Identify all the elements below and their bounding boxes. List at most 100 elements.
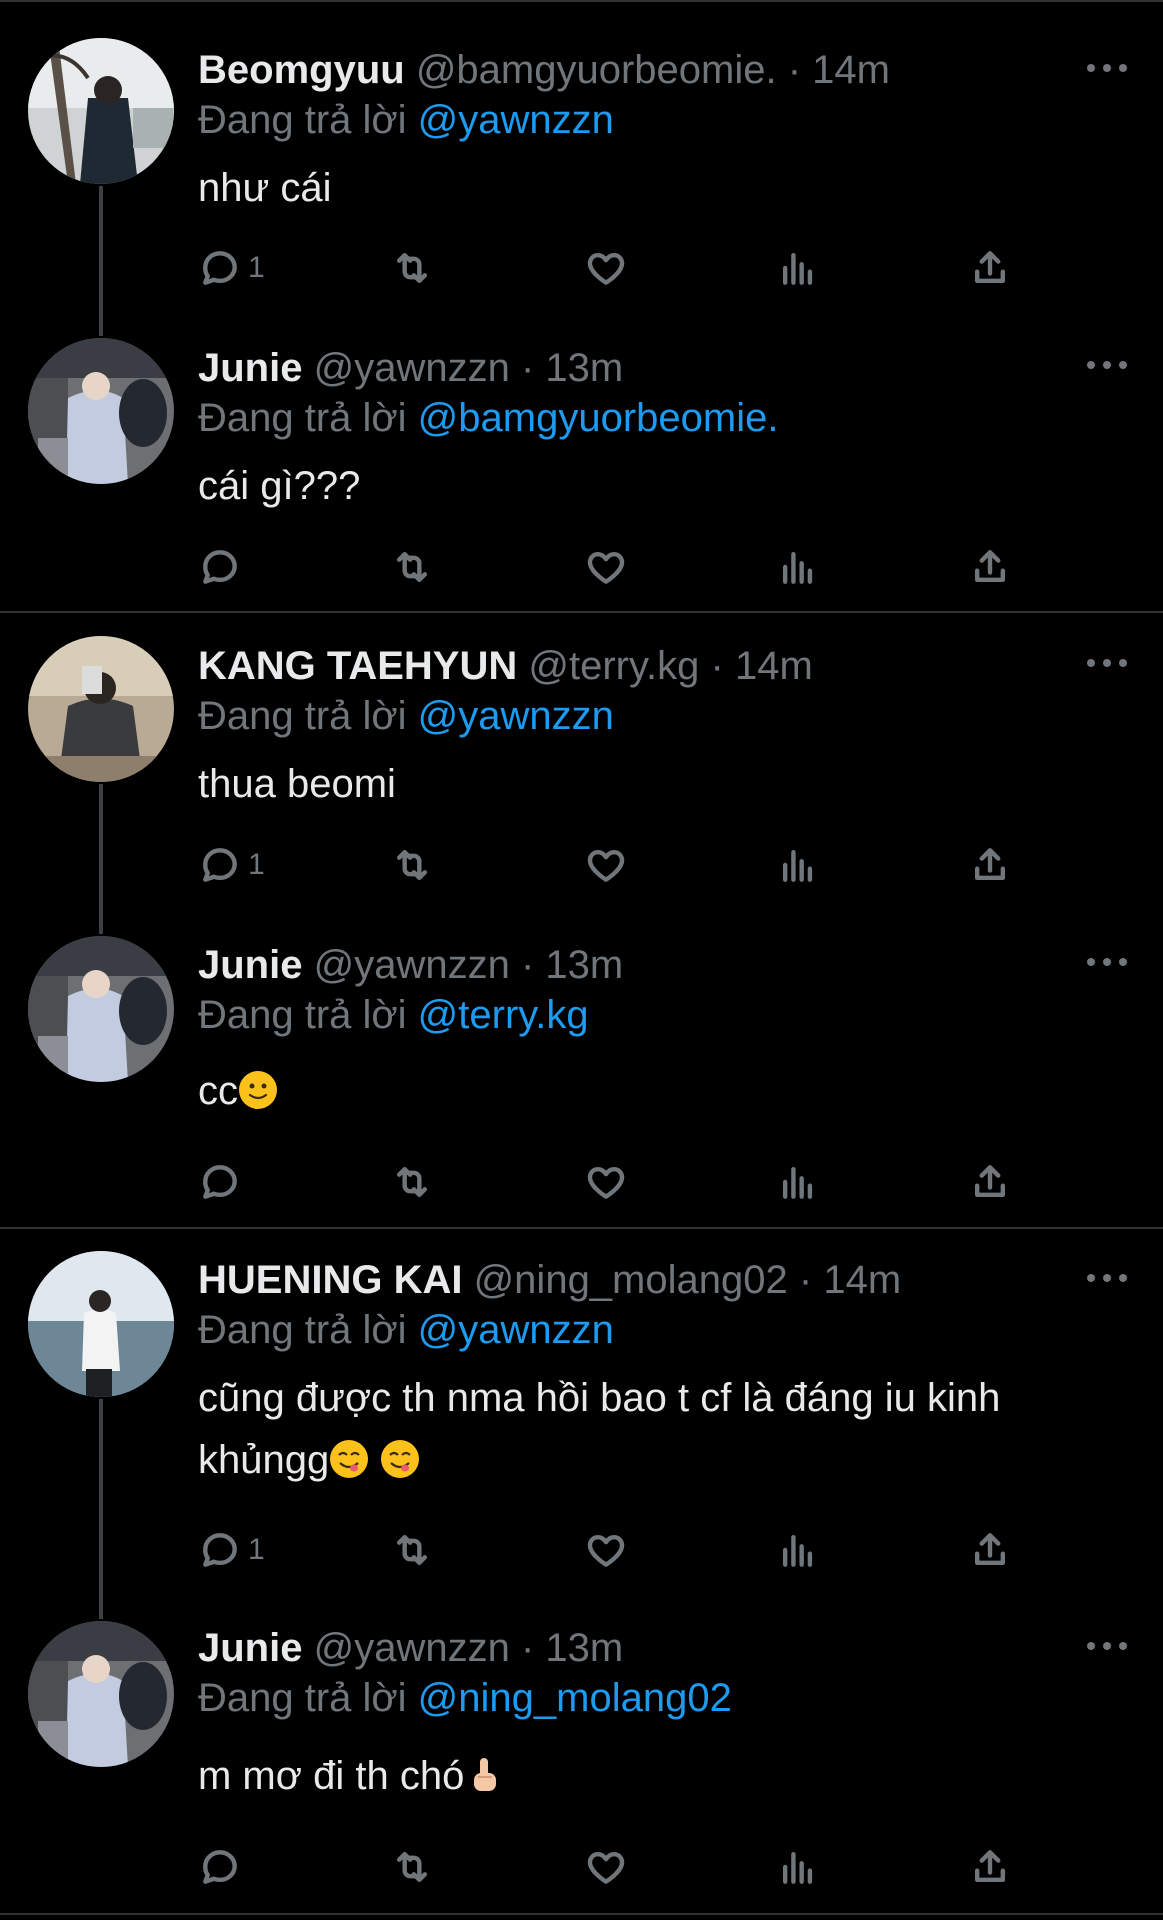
reply-icon: [203, 550, 237, 584]
dot-separator: ·: [787, 48, 802, 92]
tweet-text: thua beomi: [198, 762, 396, 806]
retweet-button[interactable]: [390, 1843, 434, 1891]
tweet-text: cái gì???: [198, 464, 361, 508]
handle[interactable]: @yawnzzn: [314, 346, 510, 390]
reply-mention[interactable]: @yawnzzn: [418, 98, 614, 142]
share-button[interactable]: [968, 1158, 1012, 1206]
share-button[interactable]: [968, 543, 1012, 591]
views-icon: [782, 252, 813, 285]
reply-mention[interactable]: @ning_molang02: [418, 1676, 732, 1720]
avatar[interactable]: [28, 936, 174, 1082]
more-options-icon[interactable]: [1087, 1636, 1127, 1656]
thread-line: [99, 784, 103, 934]
timestamp[interactable]: 14m: [735, 644, 813, 688]
reply-context: Đang trả lời @yawnzzn: [198, 95, 614, 145]
like-button[interactable]: [584, 1843, 628, 1891]
share-button[interactable]: [968, 1843, 1012, 1891]
reply-button[interactable]: [198, 543, 242, 591]
avatar-image: [28, 338, 174, 484]
share-button[interactable]: [968, 841, 1012, 889]
tweet-header: HUENING KAI @ning_molang02 · 14m: [198, 1255, 1083, 1305]
avatar[interactable]: [28, 1621, 174, 1767]
like-button[interactable]: [584, 1158, 628, 1206]
display-name[interactable]: Junie: [198, 346, 302, 390]
share-icon: [974, 1533, 1006, 1566]
thread-line: [99, 1399, 103, 1619]
timestamp[interactable]: 13m: [545, 943, 623, 987]
views-button[interactable]: [776, 1526, 820, 1574]
retweet-button[interactable]: [390, 543, 434, 591]
views-button[interactable]: [776, 244, 820, 292]
more-options-icon[interactable]: [1087, 653, 1127, 673]
tweet-header: KANG TAEHYUN @terry.kg · 14m: [198, 641, 1083, 691]
handle[interactable]: @yawnzzn: [314, 943, 510, 987]
reply-mention[interactable]: @terry.kg: [418, 993, 589, 1037]
action-bar: [198, 1158, 1028, 1206]
reply-button[interactable]: [198, 1158, 242, 1206]
heart-icon: [587, 1851, 625, 1884]
share-icon: [974, 550, 1006, 583]
views-icon: [782, 1166, 813, 1199]
reply-mention[interactable]: @yawnzzn: [418, 1308, 614, 1352]
timestamp[interactable]: 13m: [545, 346, 623, 390]
retweet-button[interactable]: [390, 1158, 434, 1206]
tweet-text: như cái: [198, 166, 332, 210]
like-button[interactable]: [584, 841, 628, 889]
avatar[interactable]: [28, 1251, 174, 1397]
tweet-text: cc: [198, 1069, 238, 1113]
views-icon: [782, 551, 813, 584]
heart-icon: [587, 1166, 625, 1199]
reply-button[interactable]: 1: [198, 841, 265, 889]
handle[interactable]: @bamgyuorbeomie.: [416, 48, 777, 92]
views-button[interactable]: [776, 1843, 820, 1891]
display-name[interactable]: Junie: [198, 1626, 302, 1670]
reply-button[interactable]: 1: [198, 244, 265, 292]
timestamp[interactable]: 14m: [812, 48, 890, 92]
tweet-text-line: cũng được th nma hồi bao t cf là đáng iu…: [198, 1376, 1001, 1420]
views-icon: [782, 1851, 813, 1884]
dot-separator: ·: [798, 1258, 813, 1302]
action-bar: 1: [198, 1526, 1028, 1574]
views-button[interactable]: [776, 841, 820, 889]
handle[interactable]: @yawnzzn: [314, 1626, 510, 1670]
top-divider: [0, 0, 1163, 2]
display-name[interactable]: HUENING KAI: [198, 1258, 462, 1302]
handle[interactable]: @terry.kg: [528, 644, 699, 688]
views-button[interactable]: [776, 1158, 820, 1206]
reply-button[interactable]: 1: [198, 1526, 265, 1574]
retweet-button[interactable]: [390, 1526, 434, 1574]
more-options-icon[interactable]: [1087, 952, 1127, 972]
like-button[interactable]: [584, 543, 628, 591]
more-options-icon[interactable]: [1087, 1268, 1127, 1288]
timestamp[interactable]: 14m: [823, 1258, 901, 1302]
tweet-header: Junie @yawnzzn · 13m: [198, 343, 1083, 393]
reply-button[interactable]: [198, 1843, 242, 1891]
like-button[interactable]: [584, 244, 628, 292]
heart-icon: [587, 849, 625, 882]
action-bar: [198, 543, 1028, 591]
display-name[interactable]: Beomgyuu: [198, 48, 405, 92]
reply-prefix: Đang trả lời: [198, 694, 407, 738]
handle[interactable]: @ning_molang02: [474, 1258, 788, 1302]
reply-mention[interactable]: @bamgyuorbeomie.: [418, 396, 779, 440]
timestamp[interactable]: 13m: [545, 1626, 623, 1670]
share-button[interactable]: [968, 244, 1012, 292]
share-icon: [974, 251, 1006, 284]
avatar[interactable]: [28, 636, 174, 782]
action-bar: 1: [198, 244, 1028, 292]
views-button[interactable]: [776, 543, 820, 591]
share-button[interactable]: [968, 1526, 1012, 1574]
reply-mention[interactable]: @yawnzzn: [418, 694, 614, 738]
avatar-image: [28, 38, 174, 184]
display-name[interactable]: KANG TAEHYUN: [198, 644, 517, 688]
avatar[interactable]: [28, 338, 174, 484]
retweet-button[interactable]: [390, 244, 434, 292]
like-button[interactable]: [584, 1526, 628, 1574]
tweet-header: Beomgyuu @bamgyuorbeomie. · 14m: [198, 45, 1083, 95]
more-options-icon[interactable]: [1087, 58, 1127, 78]
retweet-button[interactable]: [390, 841, 434, 889]
display-name[interactable]: Junie: [198, 943, 302, 987]
avatar-image: [28, 1621, 174, 1767]
more-options-icon[interactable]: [1087, 355, 1127, 375]
avatar[interactable]: [28, 38, 174, 184]
